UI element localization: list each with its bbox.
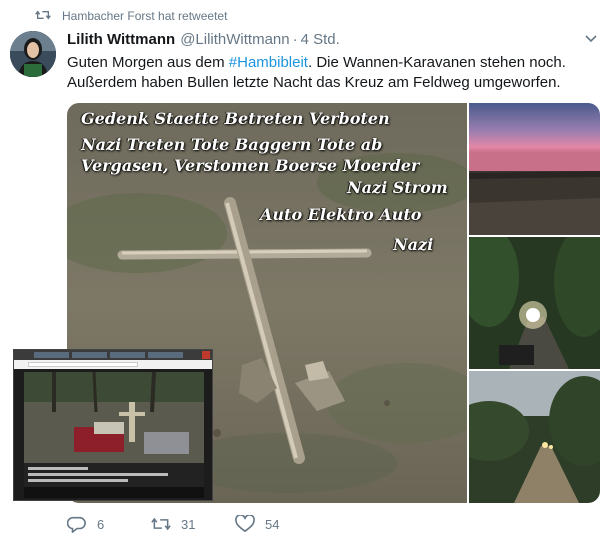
- like-count: 54: [265, 516, 280, 532]
- avatar-image: [10, 31, 56, 77]
- inset-tab-4: [148, 352, 183, 358]
- retweet-icon: [151, 517, 171, 531]
- retweet-icon: [35, 10, 51, 20]
- overlay-line-4: Nazi Strom: [347, 178, 448, 197]
- author-handle[interactable]: @LilithWittmann: [180, 31, 289, 48]
- author-name[interactable]: Lilith Wittmann: [67, 31, 175, 48]
- overlay-line-2: Nazi Treten Tote Baggern Tote ab: [81, 135, 383, 154]
- inset-close-icon: [202, 351, 210, 359]
- hashtag-link[interactable]: #Hambibleit: [229, 54, 308, 71]
- dusk-road-photo[interactable]: [469, 371, 600, 503]
- separator-dot: ·: [292, 31, 298, 48]
- reply-count: 6: [97, 516, 105, 532]
- reply-button[interactable]: 6: [67, 515, 104, 533]
- dusk-road-image: [469, 371, 600, 503]
- inset-address-bar: [14, 360, 212, 369]
- tweet-text: Guten Morgen aus dem #Hambibleit. Die Wa…: [67, 53, 587, 93]
- avatar[interactable]: [10, 31, 56, 77]
- retweeted-by-text[interactable]: Hambacher Forst hat retweetet: [62, 9, 227, 23]
- tweet-text-part1: Guten Morgen aus dem: [67, 54, 229, 71]
- chevron-down-icon[interactable]: [585, 34, 597, 44]
- headlights-photo[interactable]: [469, 237, 600, 369]
- memorial-image: [24, 371, 204, 463]
- heart-icon: [235, 515, 255, 533]
- sunset-photo[interactable]: [469, 103, 600, 235]
- like-button[interactable]: 54: [235, 515, 279, 533]
- overlay-line-3: Vergasen, Verstomen Boerse Moerder: [81, 156, 420, 175]
- inset-tab-1: [34, 352, 69, 358]
- overlay-line-5: Auto Elektro Auto: [260, 205, 422, 224]
- timestamp[interactable]: 4 Std.: [301, 31, 340, 48]
- reply-icon: [67, 516, 86, 533]
- retweet-count: 31: [181, 516, 196, 532]
- overlay-line-6: Nazi: [393, 235, 434, 254]
- retweet-button[interactable]: 31: [151, 515, 195, 533]
- headlights-image: [469, 237, 600, 369]
- sunset-image: [469, 103, 600, 235]
- overlay-line-1: Gedenk Staette Betreten Verboten: [81, 109, 390, 128]
- inset-caption: [24, 463, 204, 487]
- retweet-context: Hambacher Forst hat retweetet: [35, 9, 227, 23]
- tweet-header: Lilith Wittmann @LilithWittmann · 4 Std.: [67, 31, 340, 48]
- inset-tab-2: [72, 352, 107, 358]
- inset-browser-tabs: [14, 350, 212, 360]
- inset-screenshot[interactable]: [13, 349, 213, 501]
- inset-tab-3: [110, 352, 145, 358]
- tweet-actions: 6 31 54: [67, 515, 587, 535]
